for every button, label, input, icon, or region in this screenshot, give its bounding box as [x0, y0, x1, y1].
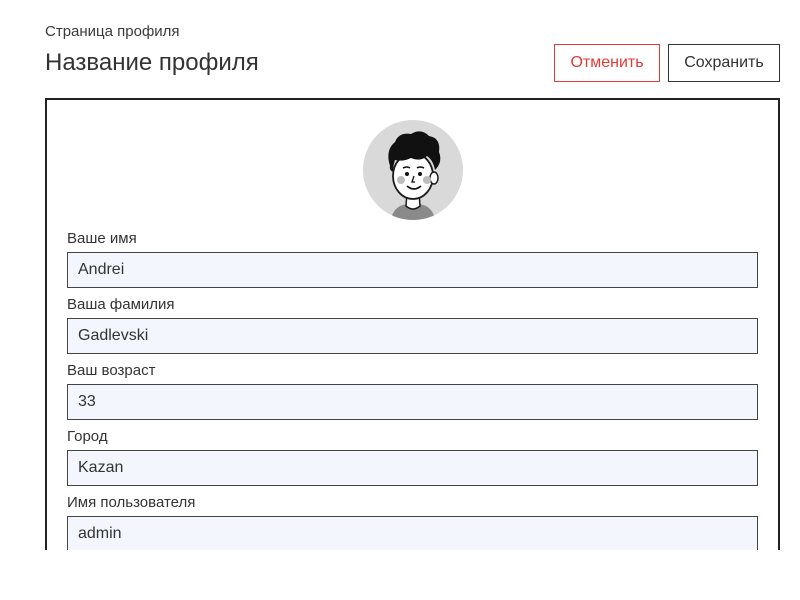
- first-name-label: Ваше имя: [67, 230, 137, 247]
- header-actions: Отменить Сохранить: [554, 44, 780, 82]
- profile-page: Страница профиля Название профиля Отмени…: [0, 0, 800, 600]
- field-username: Имя пользователя: [67, 494, 758, 550]
- profile-card: Ваше имя Ваша фамилия Ваш возраст Город …: [45, 98, 780, 550]
- page-title: Название профиля: [45, 49, 259, 76]
- age-input[interactable]: [67, 384, 758, 420]
- username-input[interactable]: [67, 516, 758, 550]
- last-name-label: Ваша фамилия: [67, 296, 175, 313]
- breadcrumb[interactable]: Страница профиля: [45, 22, 180, 42]
- field-first-name: Ваше имя: [67, 230, 758, 288]
- field-last-name: Ваша фамилия: [67, 296, 758, 354]
- field-age: Ваш возраст: [67, 362, 758, 420]
- profile-form: Ваше имя Ваша фамилия Ваш возраст Город …: [67, 230, 758, 550]
- city-input[interactable]: [67, 450, 758, 486]
- city-label: Город: [67, 428, 108, 445]
- user-avatar-icon: [363, 120, 463, 220]
- username-label: Имя пользователя: [67, 494, 196, 511]
- last-name-input[interactable]: [67, 318, 758, 354]
- field-city: Город: [67, 428, 758, 486]
- save-button[interactable]: Сохранить: [668, 44, 780, 82]
- age-label: Ваш возраст: [67, 362, 156, 379]
- avatar[interactable]: [363, 120, 463, 220]
- cancel-button[interactable]: Отменить: [554, 44, 660, 82]
- first-name-input[interactable]: [67, 252, 758, 288]
